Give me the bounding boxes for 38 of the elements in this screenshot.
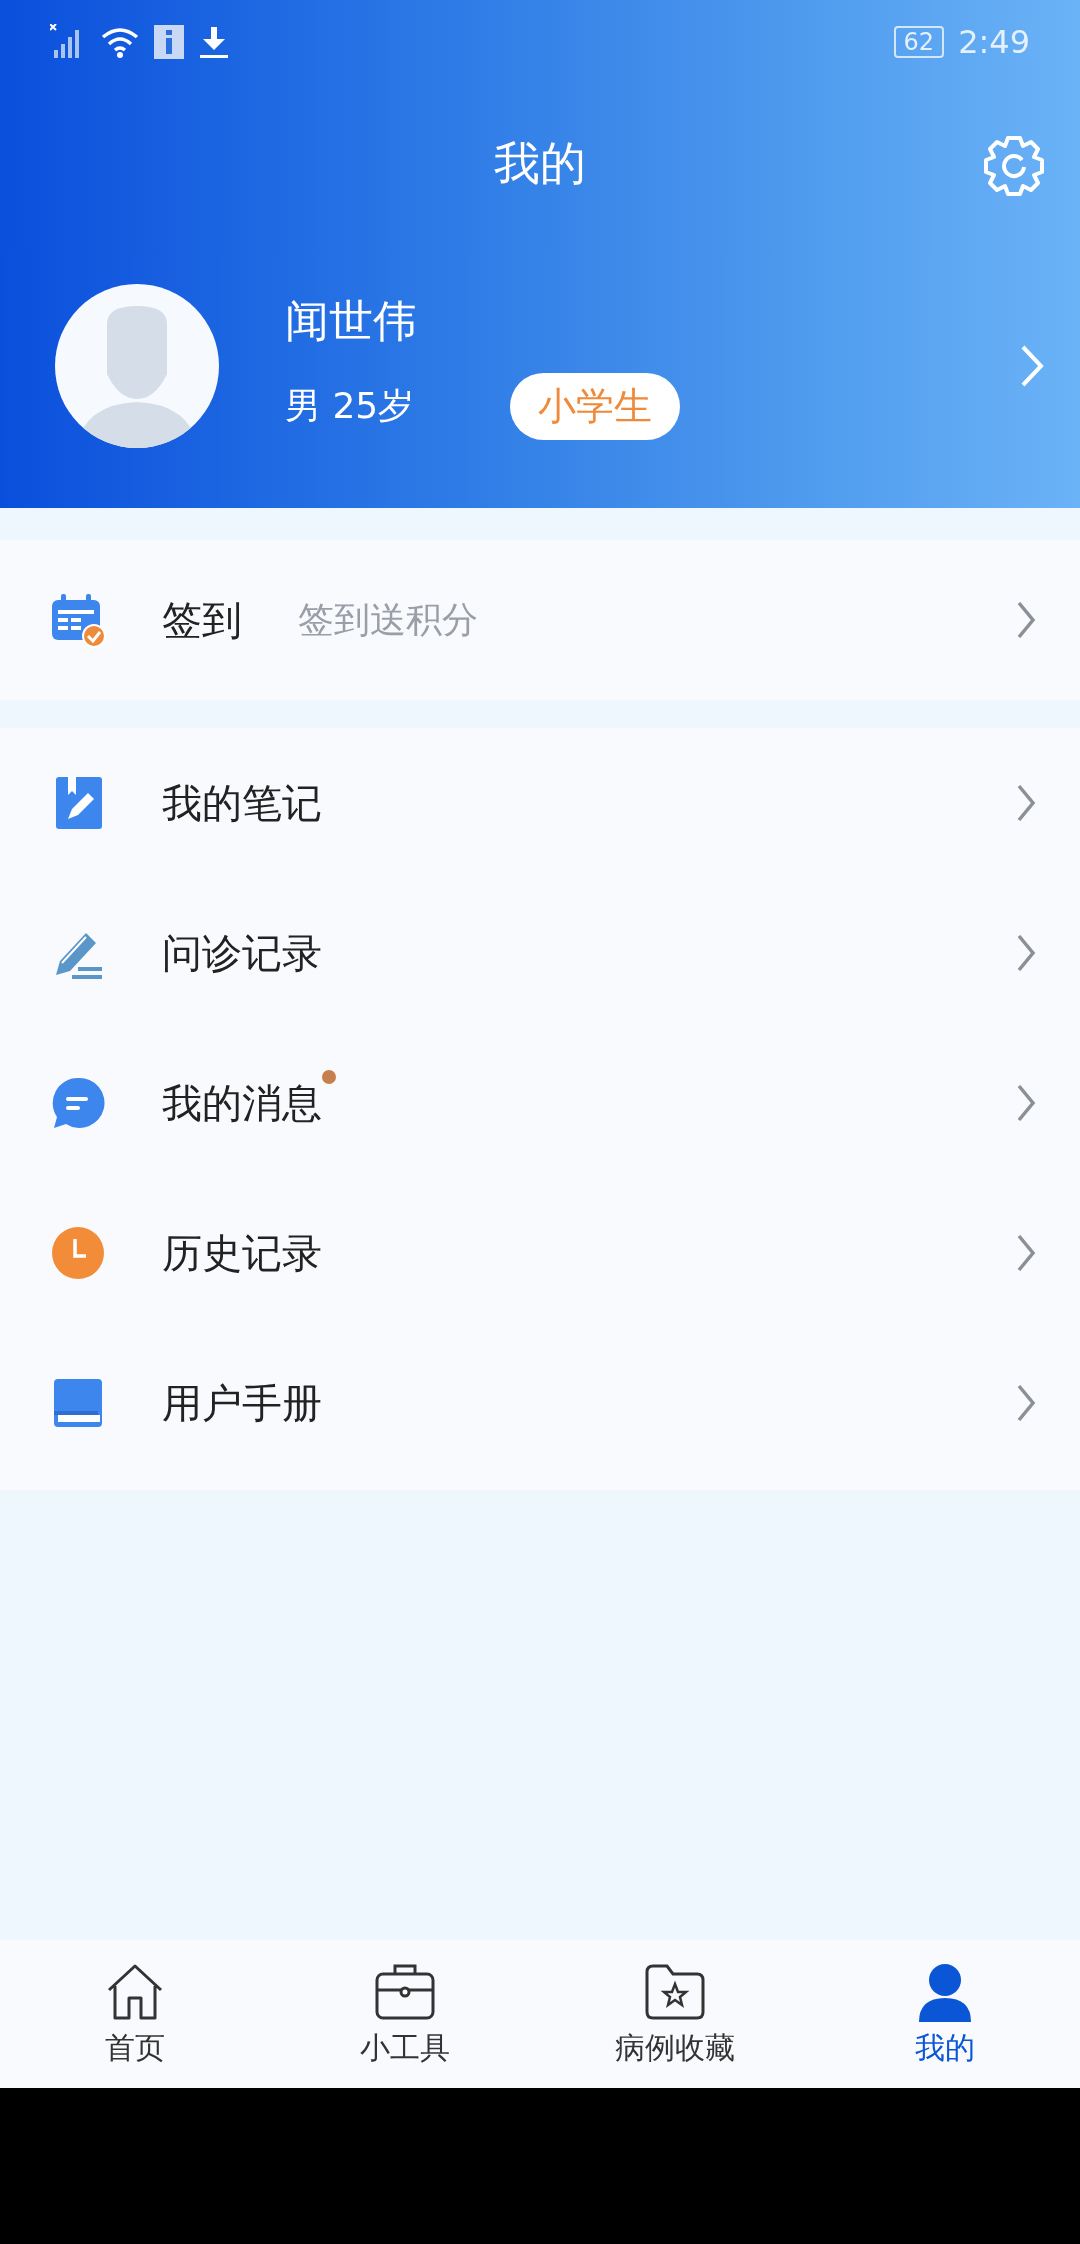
info-icon (154, 25, 184, 59)
avatar[interactable] (55, 284, 219, 448)
chevron-icon (1016, 1233, 1036, 1273)
nav-tab[interactable]: 小工具 (270, 1940, 540, 2088)
checkin-label: 签到 (162, 595, 242, 645)
nav-tab[interactable]: 首页 (0, 1940, 270, 2088)
checkin-hint: 签到送积分 (298, 597, 478, 642)
chevron-icon (1016, 600, 1036, 640)
user-gender-age: 男 25岁 (285, 384, 415, 428)
menu-label: 我的消息 (162, 1078, 322, 1128)
page-title: 我的 (494, 135, 586, 192)
menu-label: 问诊记录 (162, 928, 322, 978)
chevron-icon (1016, 1083, 1036, 1123)
menu-label: 我的笔记 (162, 778, 322, 828)
nav-tab[interactable]: 病例收藏 (540, 1940, 810, 2088)
menu-label: 历史记录 (162, 1228, 322, 1278)
nav-tab[interactable]: 我的 (810, 1940, 1080, 2088)
checkin-row[interactable]: 签到 签到送积分 (0, 540, 1080, 700)
menu-item[interactable]: 历史记录 (0, 1178, 1080, 1328)
menu-item[interactable]: 用户手册 (0, 1328, 1080, 1478)
status-time: 2:49 (958, 23, 1030, 61)
user-name: 闻世伟 (285, 294, 418, 348)
calendar-icon (50, 592, 106, 648)
clock-icon (50, 1225, 106, 1281)
menu-item[interactable]: 我的消息 (0, 1028, 1080, 1178)
menu-item[interactable]: 问诊记录 (0, 878, 1080, 1028)
wifi-icon (100, 25, 140, 59)
menu-item[interactable]: 我的笔记 (0, 728, 1080, 878)
chevron-icon (1016, 933, 1036, 973)
chevron-icon (1016, 1383, 1036, 1423)
level-tag: 小学生 (510, 373, 681, 440)
chat-bubble-icon (50, 1075, 106, 1131)
menu-label: 用户手册 (162, 1378, 322, 1428)
chevron-icon (1016, 783, 1036, 823)
download-icon (198, 25, 230, 59)
settings-icon[interactable] (982, 134, 1046, 198)
battery-indicator: 62 (893, 26, 945, 58)
chevron-icon[interactable] (1020, 344, 1044, 388)
